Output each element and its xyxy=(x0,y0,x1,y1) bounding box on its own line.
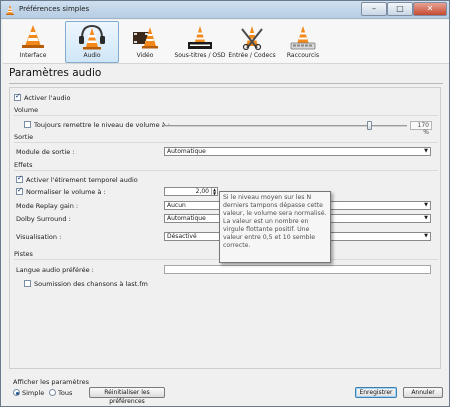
output-section-title: Sortie xyxy=(14,133,34,141)
all-radio[interactable] xyxy=(49,389,56,396)
minimize-button[interactable]: – xyxy=(361,2,387,16)
save-button[interactable]: Enregistrer xyxy=(355,387,397,398)
title-bar: Préférences simples – □ ✕ xyxy=(1,1,449,19)
output-section-divider xyxy=(14,142,438,143)
tab-subtitles-osd[interactable]: Sous-titres / OSD xyxy=(171,21,229,63)
output-module-value: Automatique xyxy=(167,148,206,155)
chevron-down-icon: ▼ xyxy=(424,215,428,221)
all-radio-label: Tous xyxy=(58,389,73,397)
preferred-language-label: Langue audio préférée : xyxy=(16,266,94,274)
vlc-cone-icon xyxy=(6,5,14,15)
tab-subtitles-osd-label: Sous-titres / OSD xyxy=(174,52,226,59)
output-module-select[interactable]: Automatique ▼ xyxy=(164,147,431,156)
lastfm-row[interactable]: Soumission des chansons à last.fm xyxy=(24,280,148,288)
tab-input-codecs[interactable]: Entrée / Codecs xyxy=(227,21,277,63)
volume-section-title: Volume xyxy=(14,106,39,114)
reset-volume-row[interactable]: Toujours remettre le niveau de volume à … xyxy=(24,121,170,129)
volume-percent: 170 % xyxy=(410,121,432,136)
preferred-language-input[interactable] xyxy=(164,265,431,274)
normalize-row[interactable]: Normaliser le volume à : xyxy=(16,186,106,196)
tab-audio[interactable]: Audio xyxy=(65,21,119,63)
maximize-button[interactable]: □ xyxy=(387,2,413,16)
tab-video-label: Vidéo xyxy=(136,52,154,59)
reset-volume-label: Toujours remettre le niveau de volume à … xyxy=(34,121,170,129)
output-module-label: Module de sortie : xyxy=(16,148,75,156)
normalize-label: Normaliser le volume à : xyxy=(26,188,106,196)
time-stretch-label: Activer l'étirement temporel audio xyxy=(26,176,138,184)
effects-section-title: Effets xyxy=(14,161,33,169)
enable-audio-label: Activer l'audio xyxy=(24,94,71,102)
dolby-value: Automatique xyxy=(167,215,206,222)
simple-radio-row[interactable]: Simple xyxy=(13,389,44,397)
cancel-button[interactable]: Annuler xyxy=(403,387,443,398)
heading-divider xyxy=(9,83,443,84)
window-title: Préférences simples xyxy=(19,5,90,13)
audio-headphones-icon xyxy=(79,24,105,50)
tab-hotkeys-label: Raccourcis xyxy=(286,52,320,59)
normalize-tooltip: Si le niveau moyen sur les N derniers ta… xyxy=(219,191,331,263)
close-button[interactable]: ✕ xyxy=(413,2,447,16)
replaygain-label: Mode Replay gain : xyxy=(16,202,79,210)
lastfm-checkbox[interactable] xyxy=(24,280,31,287)
reset-preferences-button[interactable]: Réinitialiser les préférences xyxy=(89,387,165,405)
page-title: Paramètres audio xyxy=(9,67,102,79)
show-settings-label: Afficher les paramètres xyxy=(13,378,89,386)
hotkeys-icon xyxy=(290,26,316,50)
tab-interface-label: Interface xyxy=(19,52,47,59)
tab-video[interactable]: Vidéo xyxy=(125,21,165,63)
visualization-value: Désactivé xyxy=(167,233,197,240)
replaygain-value: Aucun xyxy=(167,202,186,209)
preferences-window: Préférences simples – □ ✕ Interface Audi… xyxy=(0,0,450,407)
tab-interface[interactable]: Interface xyxy=(15,21,51,63)
chevron-down-icon: ▼ xyxy=(424,202,428,208)
spin-arrows-icon[interactable]: ▲ ▼ xyxy=(211,188,217,195)
simple-radio[interactable] xyxy=(13,389,20,396)
effects-section-divider xyxy=(14,170,438,171)
volume-slider-thumb[interactable] xyxy=(367,121,372,130)
enable-audio-checkbox[interactable] xyxy=(14,92,21,101)
normalize-checkbox[interactable] xyxy=(16,186,23,195)
tab-audio-label: Audio xyxy=(83,52,101,59)
normalize-value-spinbox[interactable]: 2,00 ▲ ▼ xyxy=(164,187,218,196)
dolby-label: Dolby Surround : xyxy=(16,215,71,223)
reset-volume-checkbox[interactable] xyxy=(24,121,31,128)
tracks-section-title: Pistes xyxy=(14,250,33,258)
all-radio-row[interactable]: Tous xyxy=(49,389,72,397)
tab-input-codecs-label: Entrée / Codecs xyxy=(228,52,276,59)
visualization-label: Visualisation : xyxy=(16,233,62,241)
time-stretch-checkbox[interactable] xyxy=(16,174,23,183)
time-stretch-row[interactable]: Activer l'étirement temporel audio xyxy=(16,174,138,184)
chevron-down-icon: ▼ xyxy=(424,148,428,154)
chevron-down-icon: ▼ xyxy=(424,233,428,239)
interface-icon xyxy=(22,25,44,48)
category-toolbar: Interface Audio Vidéo Sous-titres / OSD … xyxy=(3,20,449,64)
tab-hotkeys[interactable]: Raccourcis xyxy=(283,21,323,63)
normalize-value: 2,00 xyxy=(195,188,209,195)
subtitles-icon xyxy=(188,26,212,49)
codecs-icon xyxy=(241,26,263,50)
lastfm-label: Soumission des chansons à last.fm xyxy=(34,280,148,288)
enable-audio-row[interactable]: Activer l'audio xyxy=(14,92,71,102)
simple-radio-label: Simple xyxy=(22,389,45,397)
video-icon xyxy=(133,27,158,49)
volume-section-divider xyxy=(14,115,438,116)
